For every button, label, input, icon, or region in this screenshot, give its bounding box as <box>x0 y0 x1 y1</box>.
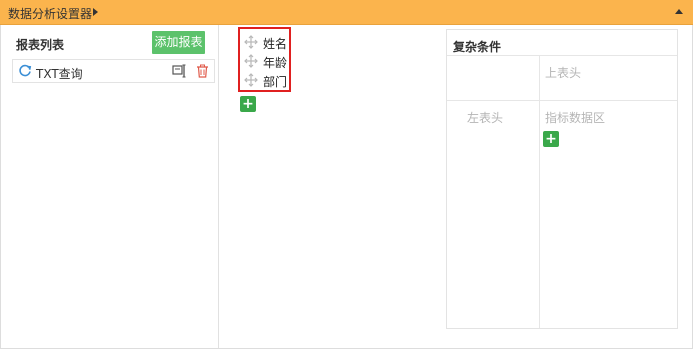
top-header-dropzone[interactable]: 上表头 <box>545 64 581 81</box>
report-list-title: 报表列表 <box>16 38 65 52</box>
edit-icon[interactable] <box>172 64 188 81</box>
panel-body: 报表列表 添加报表 TXT查询 姓名 年龄 部门 + 复杂条件 上表头 左表头 … <box>0 25 693 349</box>
data-area-dropzone[interactable]: 指标数据区 <box>545 109 605 126</box>
field-item[interactable]: 姓名 <box>244 33 289 51</box>
add-metric-button[interactable]: + <box>543 131 559 147</box>
field-item[interactable]: 部门 <box>244 71 289 89</box>
divider <box>539 55 540 328</box>
panel-title: 数据分析设置器 <box>8 7 93 21</box>
divider <box>447 55 677 56</box>
field-label: 部门 <box>263 75 288 89</box>
move-icon[interactable] <box>244 35 258 49</box>
refresh-icon[interactable] <box>18 64 32 81</box>
report-list-panel: 报表列表 添加报表 TXT查询 <box>1 25 219 348</box>
panel-header: 数据分析设置器 <box>0 0 693 25</box>
field-label: 姓名 <box>263 37 288 51</box>
move-icon[interactable] <box>244 73 258 87</box>
plus-icon: + <box>242 96 254 112</box>
report-item-label: TXT查询 <box>36 67 83 81</box>
triangle-right-icon[interactable] <box>93 8 98 16</box>
field-label: 年龄 <box>263 56 288 70</box>
add-report-button[interactable]: 添加报表 <box>152 31 205 54</box>
plus-icon: + <box>545 131 557 147</box>
move-icon[interactable] <box>244 54 258 68</box>
divider <box>447 100 677 101</box>
complex-conditions-panel: 复杂条件 上表头 左表头 指标数据区 + <box>446 29 678 329</box>
left-header-dropzone[interactable]: 左表头 <box>467 109 503 126</box>
collapse-icon[interactable] <box>675 9 683 14</box>
field-list: 姓名 年龄 部门 <box>238 27 291 92</box>
add-field-button[interactable]: + <box>240 96 256 112</box>
field-item[interactable]: 年龄 <box>244 52 289 70</box>
delete-icon[interactable] <box>196 64 209 81</box>
report-list-item[interactable]: TXT查询 <box>12 59 215 83</box>
conditions-title: 复杂条件 <box>453 40 502 54</box>
